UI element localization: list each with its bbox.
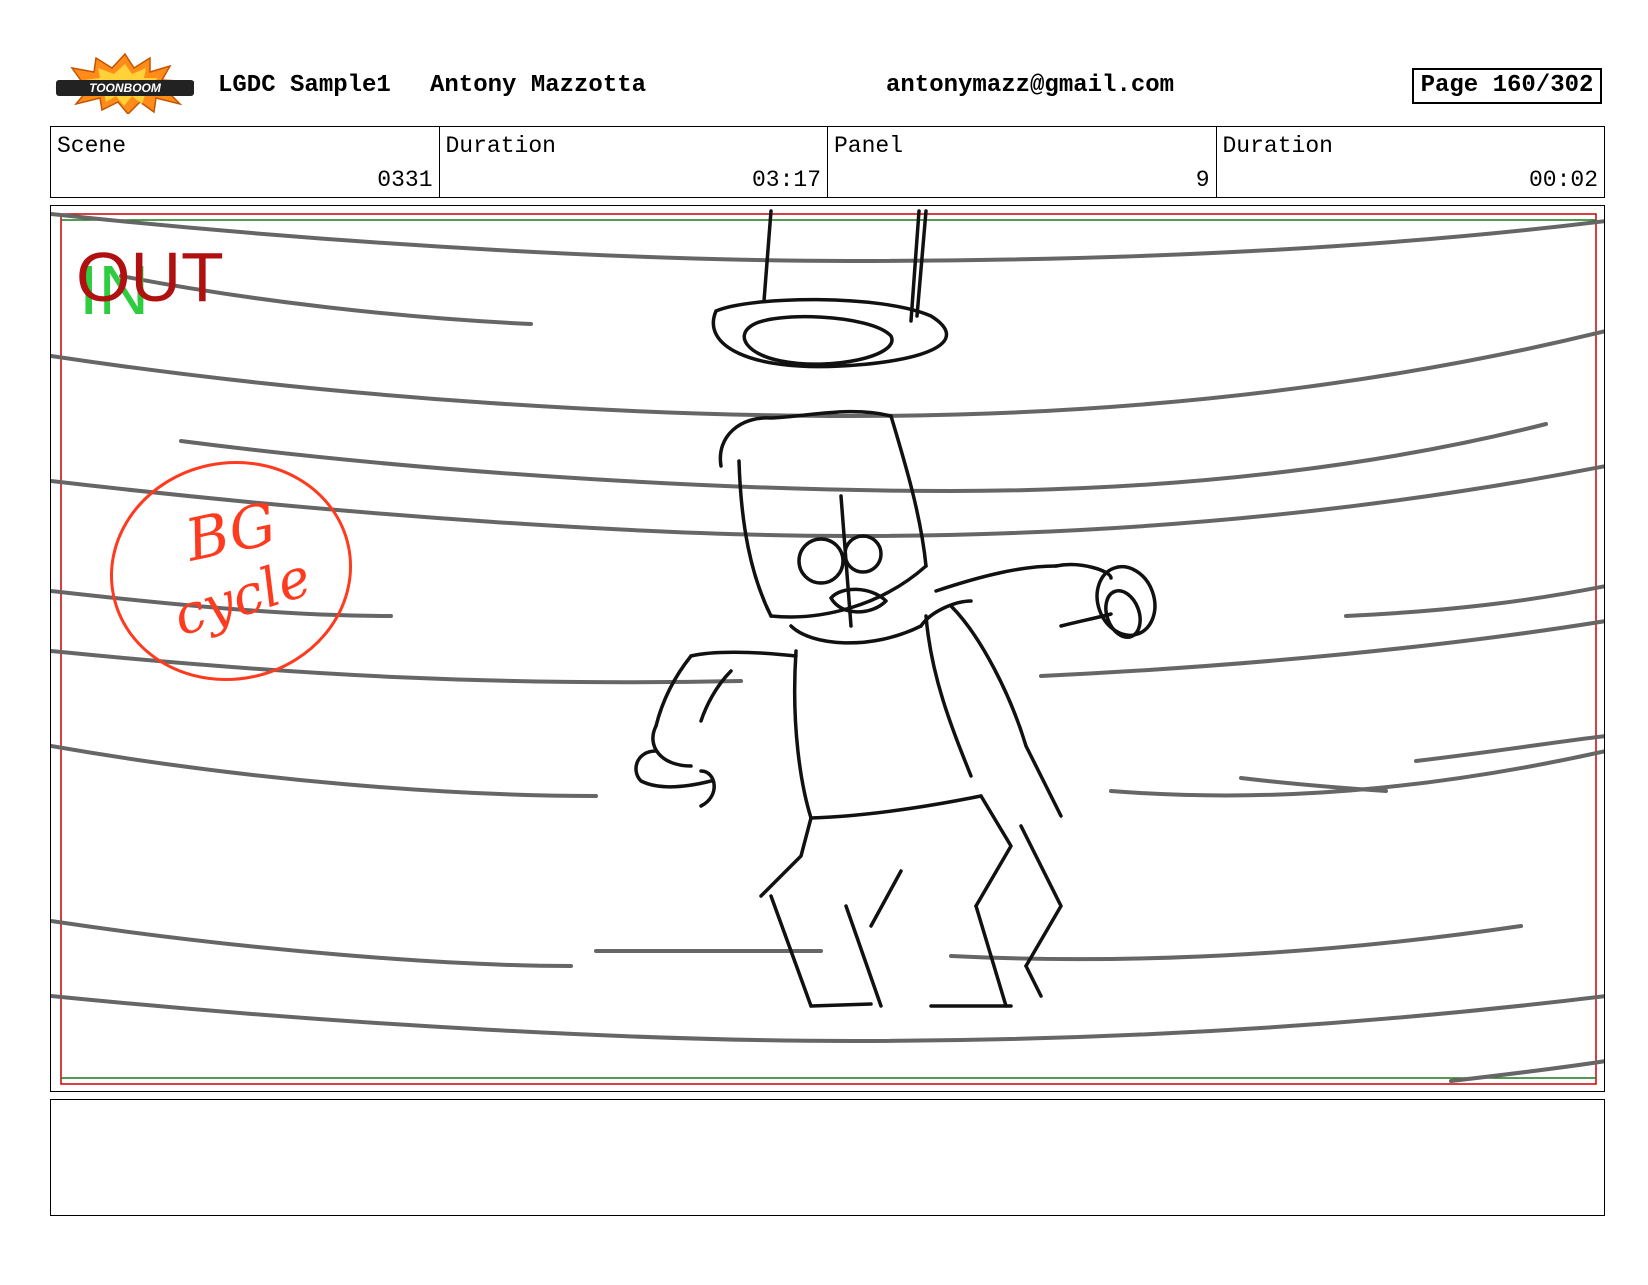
scene-value: 0331: [377, 167, 433, 193]
panel-duration-value: 00:02: [1528, 167, 1598, 193]
speed-lines: [51, 212, 1604, 1083]
logo-wordmark: TOONBOOM: [89, 81, 162, 95]
panel-notes-box[interactable]: [50, 1099, 1605, 1216]
panel-label: Panel: [834, 133, 904, 159]
panel-duration-cell: Duration 00:02: [1217, 127, 1605, 197]
project-title: LGDC Sample1: [218, 72, 391, 99]
character-drawing: [634, 409, 1157, 1008]
scene-duration-label: Duration: [445, 133, 556, 159]
toonboom-logo: TOONBOOM: [52, 52, 198, 116]
panel-value: 9: [1195, 167, 1210, 193]
top-hat-drawing: [711, 209, 949, 369]
storyboard-panel: IN OUT BG cycle: [50, 205, 1605, 1092]
panel-duration-label: Duration: [1222, 133, 1333, 159]
scene-info-row: Scene 0331 Duration 03:17 Panel 9 Durati…: [50, 126, 1605, 198]
author-name: Antony Mazzotta: [430, 72, 647, 99]
panel-drawing: IN OUT BG cycle: [51, 209, 1604, 1085]
bg-cycle-note: BG cycle: [109, 460, 353, 682]
scene-cell: Scene 0331: [51, 127, 440, 197]
author-email: antonymazz@gmail.com: [886, 72, 1175, 99]
scene-label: Scene: [57, 133, 127, 159]
scene-duration-cell: Duration 03:17: [440, 127, 828, 197]
scene-duration-value: 03:17: [751, 167, 821, 193]
panel-cell: Panel 9: [828, 127, 1217, 197]
page-number: Page 160/302: [1412, 68, 1602, 104]
out-marker: OUT: [76, 238, 224, 316]
action-safe-red-frame: [60, 213, 1597, 1085]
page-header: TOONBOOM LGDC Sample1 Antony Mazzotta an…: [0, 0, 1648, 120]
